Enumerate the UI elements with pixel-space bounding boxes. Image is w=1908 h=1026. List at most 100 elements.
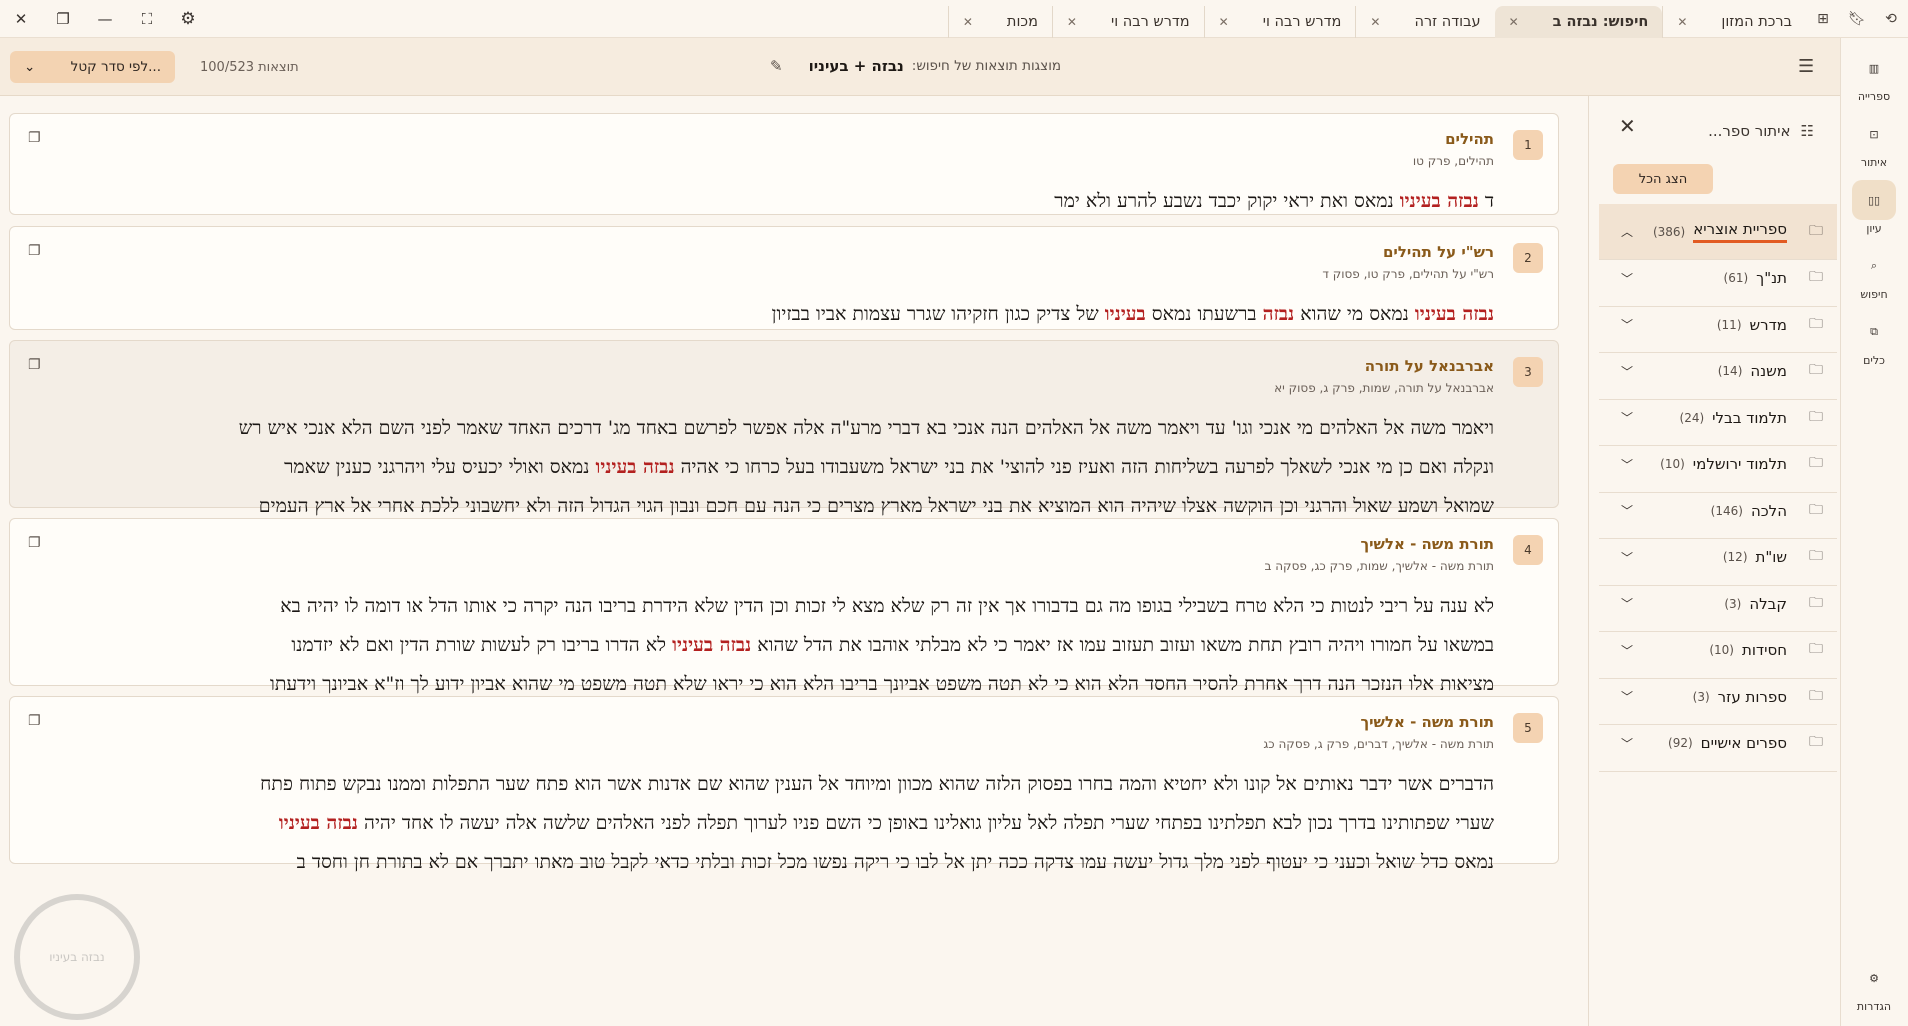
result-reference: תורת משה - אלשיך, דברים, פרק ג, פסקה כג bbox=[1263, 737, 1494, 751]
history-icon[interactable]: ⟲ bbox=[1874, 0, 1908, 38]
tab-label: ברכת המזון bbox=[1721, 14, 1792, 30]
chevron-down-icon[interactable]: ﹀ bbox=[1621, 735, 1633, 752]
new-tab-icon[interactable]: ⊞ bbox=[1806, 0, 1840, 38]
copy-icon[interactable]: ❐ bbox=[28, 243, 41, 259]
chevron-down-icon[interactable]: ﹀ bbox=[1621, 595, 1633, 612]
tab-4[interactable]: מדרש רבה וי ✕ bbox=[1051, 6, 1204, 38]
tab-label: עבודה זרה bbox=[1414, 14, 1481, 30]
text-segment: ויאמר משה אל האלהים מי אנכי וגו' עד ויאמ… bbox=[238, 417, 1494, 439]
tab-2[interactable]: עבודה זרה ✕ bbox=[1355, 6, 1494, 38]
show-all-button[interactable]: הצג הכל bbox=[1613, 164, 1713, 194]
close-icon[interactable]: ✕ bbox=[1619, 114, 1636, 138]
tab-label: מדרש רבה וי bbox=[1262, 14, 1342, 30]
chevron-down-icon[interactable]: ﹀ bbox=[1621, 363, 1633, 380]
tab-5[interactable]: מכות ✕ bbox=[947, 6, 1052, 38]
text-segment: מציאות אלו הנזכר הנה דרך אחרת להסיר החסד… bbox=[269, 673, 1494, 695]
chevron-down-icon[interactable]: ﹀ bbox=[1621, 409, 1633, 426]
result-card[interactable]: 5 ❐ תורת משה - אלשיך תורת משה - אלשיך, דברי… bbox=[9, 696, 1559, 873]
result-title[interactable]: תהילים bbox=[1445, 130, 1494, 148]
copy-icon[interactable]: ❐ bbox=[28, 713, 41, 729]
text-segment: הדברים אשר ידבר נאותים אל קונו ולא יחטיא… bbox=[260, 773, 1494, 795]
close-tab-icon[interactable]: ✕ bbox=[1067, 15, 1077, 29]
edit-search-icon[interactable]: ✎ bbox=[770, 57, 783, 75]
close-tab-icon[interactable]: ✕ bbox=[1370, 15, 1380, 29]
result-number: 1 bbox=[1513, 130, 1543, 160]
chevron-down-icon[interactable]: ﹀ bbox=[1621, 642, 1633, 659]
result-title[interactable]: תורת משה - אלשיך bbox=[1360, 535, 1494, 553]
category-name: שו"ת bbox=[1755, 548, 1787, 566]
rail-item[interactable]: ⊡ איתור bbox=[1840, 114, 1908, 170]
result-text: ד נבזה בעיניו נמאס ואת יראי יקוק יכבד נש… bbox=[28, 182, 1494, 221]
minimize-icon[interactable]: — bbox=[84, 0, 126, 38]
tab-label: מדרש רבה וי bbox=[1110, 14, 1190, 30]
result-title[interactable]: רש"י על תהילים bbox=[1383, 243, 1494, 261]
sort-dropdown[interactable]: ⌄ לפי סדר קטל... bbox=[10, 51, 175, 83]
chevron-down-icon[interactable]: ﹀ bbox=[1621, 456, 1633, 473]
tab-1[interactable]: חיפוש: נבזה ב ✕ bbox=[1494, 6, 1663, 38]
results-count: 100/523 תוצאות bbox=[200, 60, 299, 75]
folder-icon: 🗀︎ bbox=[1809, 315, 1823, 332]
result-title[interactable]: אברבנאל על תורה bbox=[1365, 357, 1494, 375]
copy-icon[interactable]: ❐ bbox=[28, 357, 41, 373]
rail-item[interactable]: ▥ ספרייה bbox=[1840, 48, 1908, 104]
bookmark-icon[interactable]: 🔖︎ bbox=[1840, 0, 1874, 38]
result-text-line: לא ענה על ריבי לנטות כי הלא טרח בשבילי ב… bbox=[28, 587, 1494, 626]
category-count: (24) bbox=[1679, 410, 1705, 425]
nav-rail: ▥ ספרייה ⊡ איתור ▯▯ עיון ⌕ חיפוש ⧉ כלים ⚙ הגדרות bbox=[1840, 38, 1908, 1026]
library-icon: ▥ bbox=[1868, 61, 1880, 75]
rail-item[interactable]: ▯▯ עיון bbox=[1840, 180, 1908, 235]
result-card[interactable]: 1 ❐ תהילים תהילים, פרק טו ד נבזה בעיניו נמאס… bbox=[9, 113, 1559, 215]
gear-icon[interactable]: ⚙ bbox=[168, 0, 208, 38]
category-count: (10) bbox=[1660, 457, 1685, 471]
close-tab-icon[interactable]: ✕ bbox=[1677, 15, 1687, 29]
result-text-line: נמאס כדל שואל וכעני כי יעטוף לפני מלך גד… bbox=[28, 843, 1494, 882]
highlighted-match: נבזה בעיניו bbox=[278, 812, 358, 834]
chevron-up-icon[interactable]: ︿ bbox=[1621, 223, 1633, 240]
result-text-line: שערי שפתותינו בדרך נכון לבא תפלתינו בפתח… bbox=[28, 804, 1494, 843]
watermark-text: נבזה בעיניו bbox=[49, 950, 105, 964]
rail-label: כלים bbox=[1863, 354, 1885, 367]
locate-book-icon: ⊡ bbox=[1869, 127, 1879, 141]
result-text: הדברים אשר ידבר נאותים אל קונו ולא יחטיא… bbox=[28, 765, 1494, 882]
close-icon[interactable]: ✕ bbox=[0, 0, 42, 38]
chevron-down-icon[interactable]: ﹀ bbox=[1621, 502, 1633, 519]
folder-icon: 🗀︎ bbox=[1809, 687, 1823, 704]
tab-3[interactable]: מדרש רבה וי ✕ bbox=[1203, 6, 1356, 38]
restore-icon[interactable]: ❐ bbox=[42, 0, 84, 38]
category-name: חסידות bbox=[1741, 641, 1787, 659]
highlighted-match: נבזה בעיניו bbox=[595, 456, 675, 478]
close-tab-icon[interactable]: ✕ bbox=[1219, 15, 1229, 29]
result-card[interactable]: 4 ❐ תורת משה - אלשיך תורת משה - אלשיך, שמות… bbox=[9, 518, 1559, 695]
category-count: (14) bbox=[1717, 364, 1743, 378]
folder-icon: 🗀︎ bbox=[1809, 222, 1823, 239]
close-tab-icon[interactable]: ✕ bbox=[1509, 15, 1519, 29]
result-card[interactable]: 3 ❐ אברבנאל על תורה אברבנאל על תורה, שמות, … bbox=[9, 340, 1559, 517]
rail-item[interactable]: ⚙ הגדרות bbox=[1840, 958, 1908, 1014]
category-item[interactable]: 🗀︎ ספרים אישיים (92) ﹀ bbox=[1599, 716, 1837, 772]
copy-icon[interactable]: ❐ bbox=[28, 130, 41, 146]
chevron-down-icon[interactable]: ﹀ bbox=[1621, 270, 1633, 287]
result-title[interactable]: תורת משה - אלשיך bbox=[1360, 713, 1494, 731]
chevron-down-icon[interactable]: ﹀ bbox=[1621, 316, 1633, 333]
menu-icon[interactable]: ☰ bbox=[1798, 56, 1814, 77]
chevron-down-icon[interactable]: ﹀ bbox=[1621, 549, 1633, 566]
text-segment: במשאו על חמורו ויהיה רובץ תחת משאו ועזוב… bbox=[751, 634, 1494, 656]
close-tab-icon[interactable]: ✕ bbox=[963, 15, 973, 29]
category-count: (12) bbox=[1722, 550, 1748, 564]
filter-icon: ☷ bbox=[1800, 122, 1814, 140]
text-segment: לא ענה על ריבי לנטות כי הלא טרח בשבילי ב… bbox=[280, 595, 1494, 617]
text-segment: נמאס מי שהוא bbox=[1294, 303, 1415, 325]
result-reference: תורת משה - אלשיך, שמות, פרק כג, פסקה ב bbox=[1264, 559, 1494, 573]
folder-icon: 🗀︎ bbox=[1809, 455, 1823, 471]
result-text: ויאמר משה אל האלהים מי אנכי וגו' עד ויאמ… bbox=[28, 409, 1494, 526]
fullscreen-icon[interactable]: ⛶ bbox=[126, 0, 168, 38]
rail-item[interactable]: ⌕ חיפוש bbox=[1840, 246, 1908, 301]
text-segment: שערי שפתותינו בדרך נכון לבא תפלתינו בפתח… bbox=[357, 812, 1494, 834]
copy-icon[interactable]: ❐ bbox=[28, 535, 41, 551]
chevron-down-icon[interactable]: ﹀ bbox=[1621, 688, 1633, 705]
result-card[interactable]: 2 ❐ רש"י על תהילים רש"י על תהילים, פרק טו, … bbox=[9, 226, 1559, 330]
book-filter-input[interactable]: ☷ איתור ספר... bbox=[1708, 122, 1814, 140]
rail-item[interactable]: ⧉ כלים bbox=[1840, 312, 1908, 367]
tab-0[interactable]: ברכת המזון ✕ bbox=[1662, 6, 1806, 38]
result-text-line: ד נבזה בעיניו נמאס ואת יראי יקוק יכבד נש… bbox=[28, 182, 1494, 221]
